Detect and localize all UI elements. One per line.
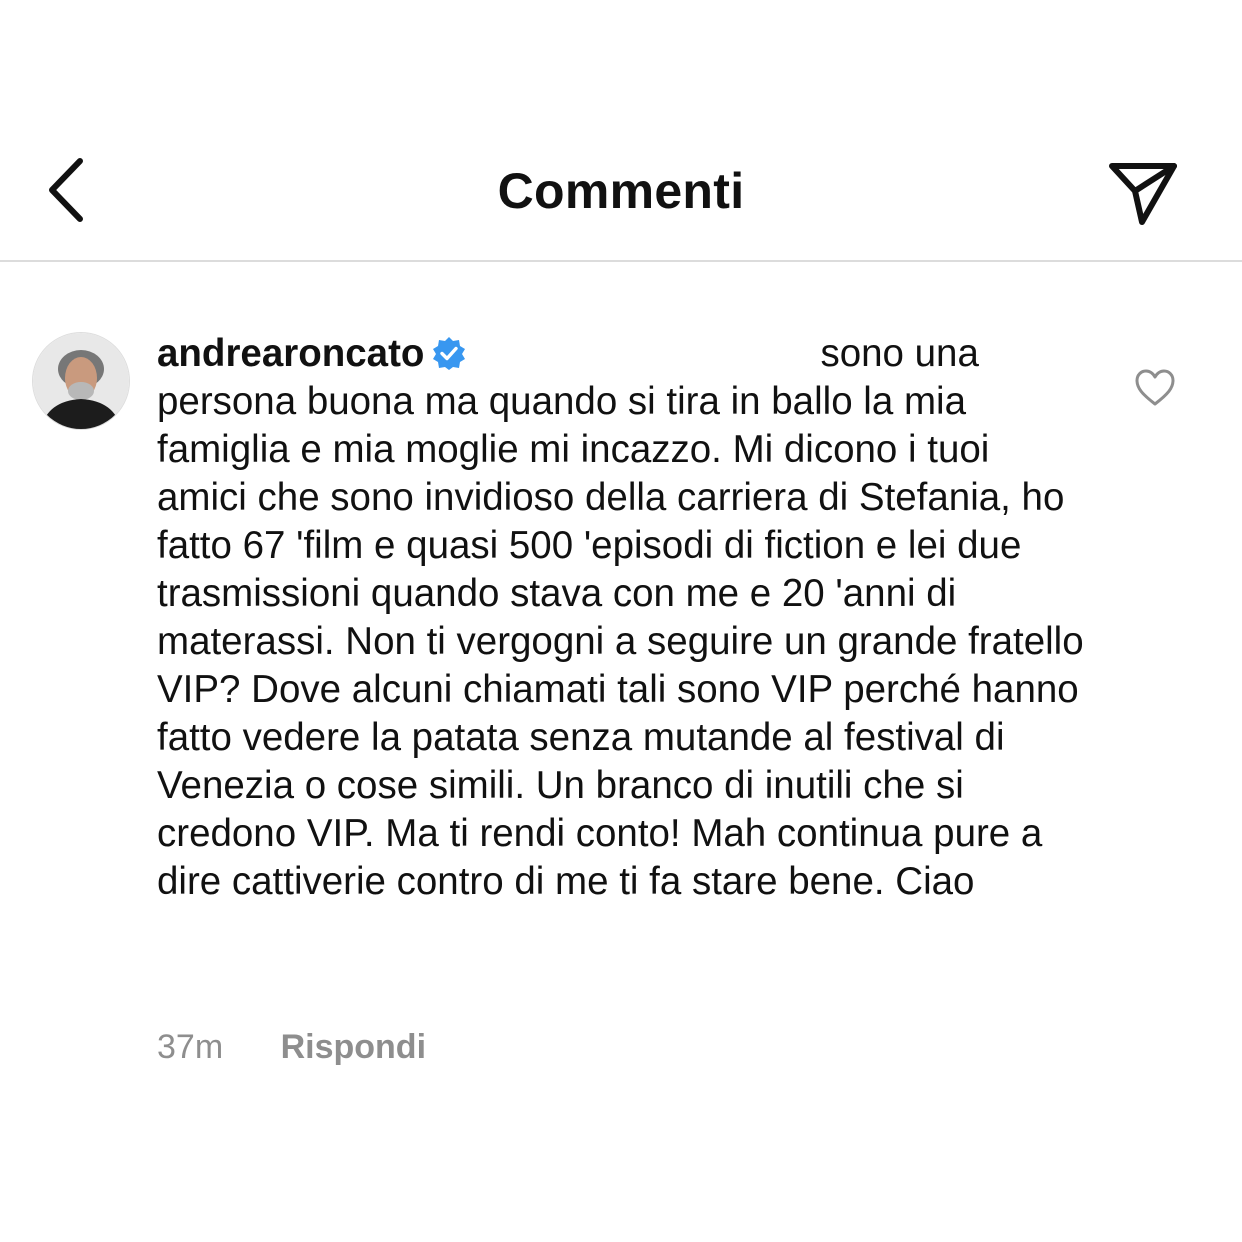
- avatar[interactable]: [32, 332, 130, 430]
- like-button[interactable]: [1134, 368, 1176, 408]
- share-button[interactable]: [1104, 158, 1180, 228]
- comments-header: Commenti: [0, 130, 1242, 262]
- comment-text: sono una persona buona ma quando si tira…: [157, 332, 1084, 903]
- paper-plane-icon: [1109, 163, 1177, 225]
- page-title: Commenti: [497, 163, 745, 219]
- comment-body: andrearoncato sono una persona buona ma …: [157, 330, 1087, 906]
- comment-meta: 37m Rispondi: [157, 1028, 426, 1067]
- username[interactable]: andrearoncato: [157, 332, 424, 375]
- reply-button[interactable]: Rispondi: [281, 1028, 426, 1066]
- timestamp: 37m: [157, 1028, 224, 1066]
- heart-outline-icon: [1135, 369, 1175, 406]
- redacted-mention: [476, 340, 807, 370]
- verified-badge-icon: [433, 337, 466, 370]
